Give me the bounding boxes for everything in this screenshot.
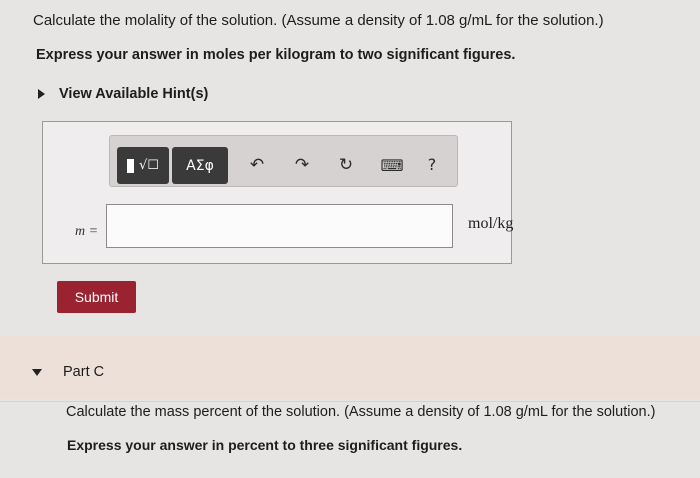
answer-input[interactable] [106,204,453,248]
greek-symbols-button[interactable]: ΑΣφ [172,147,228,184]
view-hints-link[interactable]: View Available Hint(s) [38,86,208,102]
divider [0,401,700,402]
cursor-block-icon [127,158,135,173]
redo-icon[interactable]: ↷ [290,153,314,177]
reset-icon[interactable]: ↻ [334,153,358,177]
part-c-instruction: Express your answer in percent to three … [67,437,463,453]
submit-button[interactable]: Submit [57,281,136,313]
undo-icon[interactable]: ↶ [245,153,269,177]
part-c-question: Calculate the mass percent of the soluti… [66,404,656,420]
caret-right-icon [38,89,45,99]
help-icon[interactable]: ? [420,152,444,176]
answer-unit: mol/kg [468,215,514,232]
keyboard-icon[interactable]: ⌨ [380,153,404,177]
part-c-header[interactable] [0,336,700,399]
caret-down-icon [32,369,42,376]
answer-variable-label: m = [75,224,99,239]
question-text: Calculate the molality of the solution. … [33,12,604,29]
question-instruction: Express your answer in moles per kilogra… [36,47,516,63]
templates-button[interactable]: √☐ [117,147,169,184]
part-c-title: Part C [63,364,105,380]
sqrt-template-icon: √☐ [139,158,159,173]
view-hints-label: View Available Hint(s) [59,86,209,102]
